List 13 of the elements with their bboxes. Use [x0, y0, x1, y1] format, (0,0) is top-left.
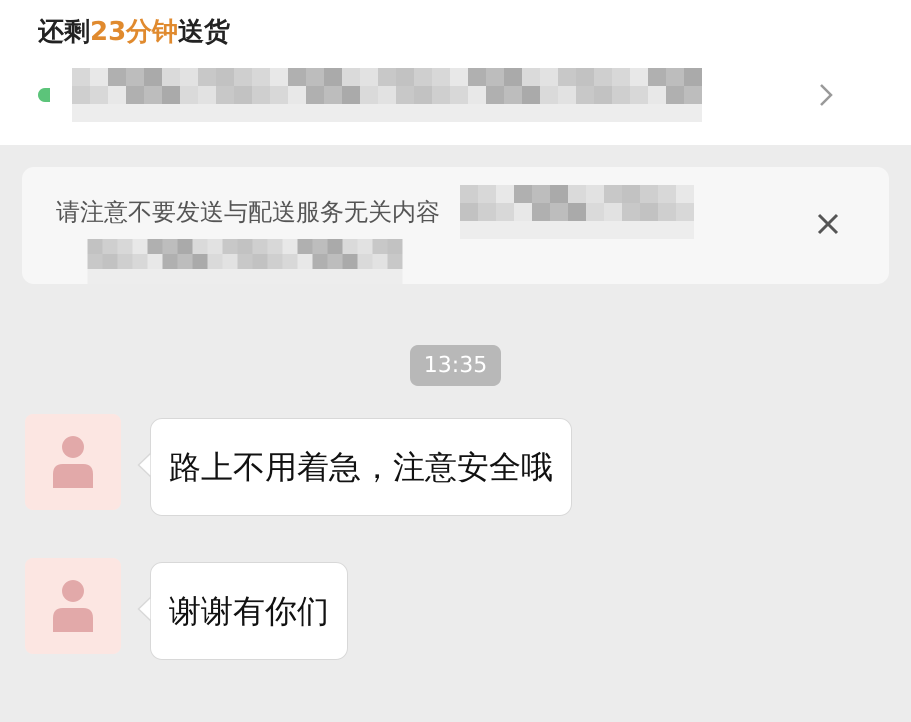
avatar-icon[interactable] [25, 414, 121, 510]
avatar-icon[interactable] [25, 558, 121, 654]
message-bubble: 路上不用着急，注意安全哦 [150, 418, 572, 516]
bubble-tail [137, 596, 151, 622]
notice-text: 请注意不要发送与配送服务无关内容 [56, 197, 440, 228]
title-text: 送货 [178, 17, 230, 47]
bubble-tail [137, 452, 151, 478]
message-timestamp: 13:35 [410, 345, 502, 386]
title-text: 23分钟 [90, 17, 178, 47]
message-bubble: 谢谢有你们 [150, 562, 348, 660]
chevron-right-icon[interactable] [819, 83, 833, 107]
close-icon[interactable] [817, 213, 839, 235]
title-text: 还剩 [38, 17, 90, 47]
